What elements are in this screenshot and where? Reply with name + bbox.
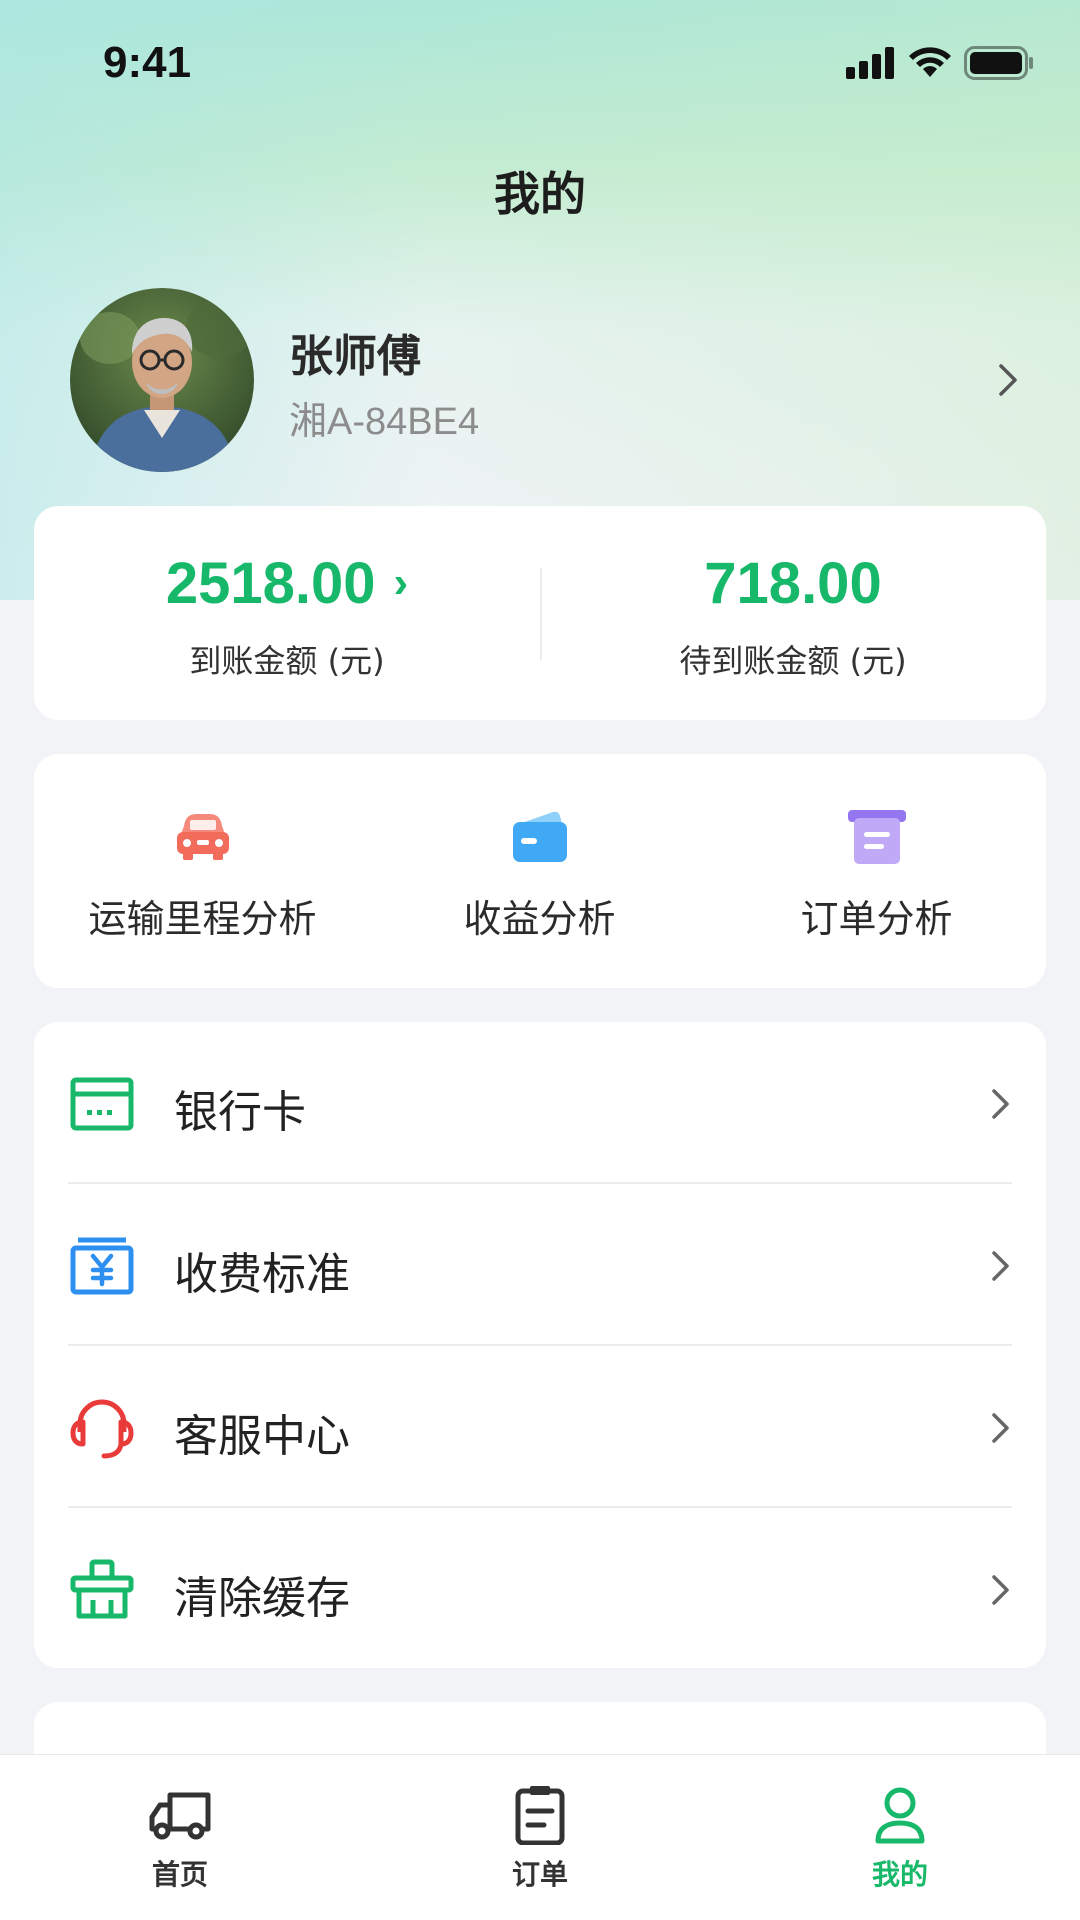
chevron-right-icon bbox=[992, 1575, 1009, 1605]
bank-card-icon bbox=[70, 1077, 134, 1131]
page-title: 我的 bbox=[494, 167, 586, 221]
pending-label: 待到账金额 (元) bbox=[679, 642, 907, 680]
tab-home[interactable]: 首页 bbox=[0, 1755, 360, 1920]
analysis-label: 收益分析 bbox=[463, 897, 616, 941]
pending-balance: 718.00 待到账金额 (元) bbox=[540, 506, 1046, 720]
balance-card: 2518.00 › 到账金额 (元) 718.00 待到账金额 (元) bbox=[34, 506, 1046, 720]
tab-label: 首页 bbox=[151, 1858, 208, 1891]
analysis-card: 运输里程分析 收益分析 订单分析 bbox=[34, 754, 1046, 988]
analysis-item-earnings[interactable]: 收益分析 bbox=[371, 754, 708, 988]
headset-icon bbox=[70, 1399, 134, 1459]
signal-icon bbox=[846, 47, 894, 79]
tab-label: 我的 bbox=[871, 1858, 928, 1891]
document-box-icon bbox=[848, 810, 906, 864]
menu-label: 收费标准 bbox=[174, 1249, 350, 1300]
tab-bar: 首页 订单 我的 bbox=[0, 1754, 1080, 1920]
tab-label: 订单 bbox=[511, 1858, 568, 1891]
avatar[interactable] bbox=[70, 288, 254, 472]
user-icon bbox=[875, 1787, 925, 1844]
user-name: 张师傅 bbox=[289, 331, 421, 382]
status-bar: 9:41 bbox=[0, 0, 1080, 132]
chevron-right-icon bbox=[992, 1251, 1009, 1281]
chevron-right-icon bbox=[992, 1089, 1009, 1119]
tab-mine[interactable]: 我的 bbox=[720, 1755, 1080, 1920]
analysis-label: 订单分析 bbox=[800, 897, 953, 941]
pending-amount: 718.00 bbox=[704, 551, 882, 616]
menu-label: 银行卡 bbox=[174, 1087, 306, 1138]
license-plate: 湘A-84BE4 bbox=[289, 401, 480, 443]
wifi-icon bbox=[909, 47, 951, 77]
wallet-icon bbox=[513, 811, 567, 862]
analysis-item-mileage[interactable]: 运输里程分析 bbox=[34, 754, 371, 988]
chevron-right-icon[interactable] bbox=[996, 360, 1020, 400]
arrived-label: 到账金额 (元) bbox=[189, 642, 385, 680]
menu-item-clear-cache[interactable]: 清除缓存 bbox=[34, 1508, 1046, 1670]
profile-card[interactable]: 张师傅 湘A-84BE4 bbox=[70, 288, 1020, 472]
menu-item-customer-service[interactable]: 客服中心 bbox=[34, 1346, 1046, 1508]
menu-label: 清除缓存 bbox=[174, 1573, 350, 1624]
car-icon bbox=[177, 814, 229, 860]
order-list-icon bbox=[515, 1786, 565, 1845]
analysis-item-orders[interactable]: 订单分析 bbox=[708, 754, 1045, 988]
battery-icon bbox=[964, 46, 1033, 80]
menu-card: 银行卡 收费标准 客服中心 清除缓存 bbox=[34, 1022, 1046, 1668]
chevron-right-icon bbox=[992, 1413, 1009, 1443]
menu-item-fee-standard[interactable]: 收费标准 bbox=[34, 1184, 1046, 1346]
analysis-label: 运输里程分析 bbox=[88, 897, 317, 941]
arrived-amount: 2518.00 bbox=[165, 551, 376, 616]
tab-orders[interactable]: 订单 bbox=[360, 1755, 720, 1920]
status-icons bbox=[846, 46, 1034, 80]
fee-standard-icon bbox=[70, 1237, 134, 1295]
truck-icon bbox=[149, 1792, 211, 1840]
menu-label: 客服中心 bbox=[174, 1411, 350, 1462]
clear-cache-icon bbox=[70, 1559, 134, 1619]
menu-item-bank-card[interactable]: 银行卡 bbox=[34, 1022, 1046, 1184]
arrived-arrow-icon: › bbox=[393, 558, 409, 607]
arrived-balance[interactable]: 2518.00 › 到账金额 (元) bbox=[34, 506, 540, 720]
status-time: 9:41 bbox=[103, 38, 192, 87]
